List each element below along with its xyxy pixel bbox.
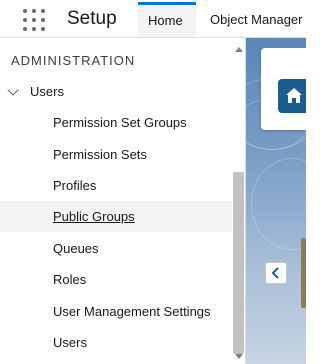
global-header: Setup Home Object Manager	[0, 0, 306, 38]
tree-node-users[interactable]: Users	[0, 78, 232, 106]
tree-item-public-groups[interactable]: Public Groups	[0, 201, 232, 232]
collapse-button[interactable]	[265, 262, 287, 284]
tab-object-manager[interactable]: Object Manager	[200, 2, 313, 37]
scroll-up-arrow-icon[interactable]	[235, 47, 243, 52]
background-contour	[251, 158, 306, 250]
main-content-area	[246, 38, 306, 364]
tree-item-label: Permission Sets	[53, 147, 147, 162]
chevron-left-icon	[271, 267, 279, 279]
tree-item-profiles[interactable]: Profiles	[0, 170, 232, 201]
home-icon	[278, 79, 306, 113]
tree-item-label: Permission Set Groups	[53, 115, 187, 130]
home-header-card	[261, 48, 306, 130]
section-header-administration: ADMINISTRATION	[11, 53, 136, 68]
chevron-down-icon[interactable]	[7, 84, 19, 96]
tree-node-label: Users	[30, 84, 64, 99]
tree-item-permission-sets[interactable]: Permission Sets	[0, 139, 232, 170]
app-launcher-waffle-icon[interactable]	[23, 9, 45, 31]
decorative-strip	[301, 238, 306, 308]
tree-item-label: Queues	[53, 241, 99, 256]
tree-item-roles[interactable]: Roles	[0, 264, 232, 295]
tree-item-users[interactable]: Users	[0, 327, 232, 358]
tree-item-label: Public Groups	[53, 209, 135, 224]
setup-sidebar: ADMINISTRATION Users Permission Set Grou…	[0, 38, 246, 364]
tree-item-label: User Management Settings	[53, 304, 211, 319]
tree-item-queues[interactable]: Queues	[0, 233, 232, 264]
app-title: Setup	[67, 8, 117, 29]
tree-item-label: Users	[53, 335, 87, 350]
scroll-down-arrow-icon[interactable]	[235, 354, 243, 359]
tab-home[interactable]: Home	[138, 2, 196, 37]
tree-item-label: Roles	[53, 272, 87, 287]
scrollbar-thumb[interactable]	[233, 172, 244, 354]
tree-item-user-management-settings[interactable]: User Management Settings	[0, 296, 232, 327]
tree-item-label: Profiles	[53, 178, 97, 193]
tree-item-permission-set-groups[interactable]: Permission Set Groups	[0, 107, 232, 138]
